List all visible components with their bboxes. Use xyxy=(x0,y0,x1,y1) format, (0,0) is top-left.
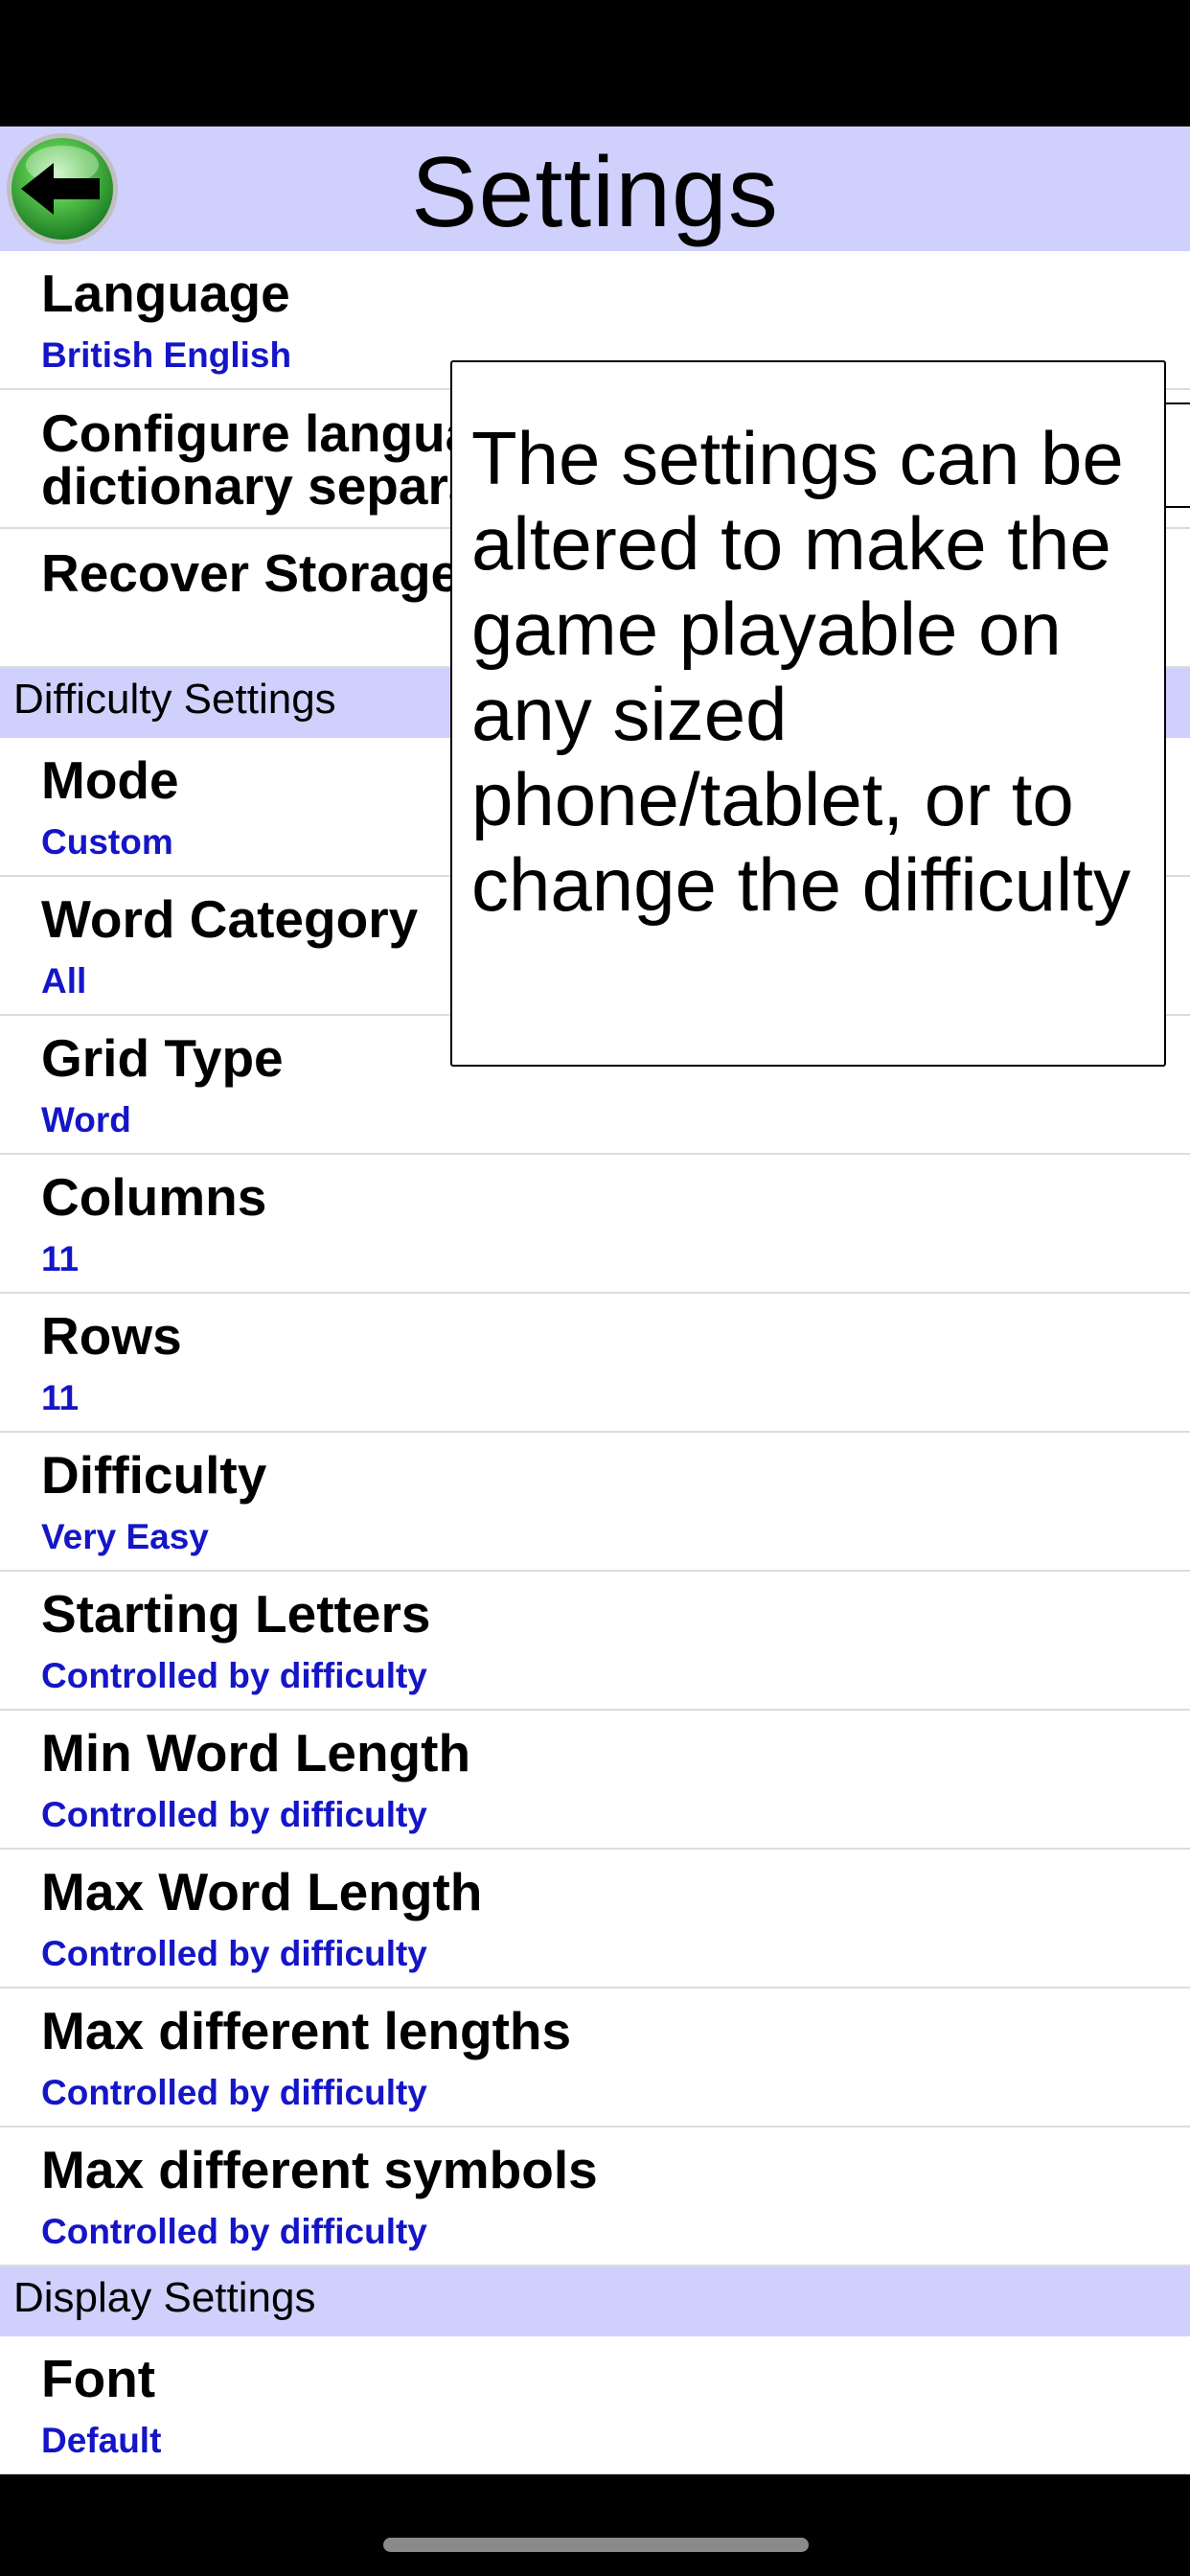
setting-title: Max Word Length xyxy=(41,1862,483,1921)
setting-title: Max different symbols xyxy=(41,2140,598,2199)
setting-title: Min Word Length xyxy=(41,1723,471,1782)
setting-value: 11 xyxy=(41,1239,80,1278)
setting-title: Starting Letters xyxy=(41,1584,431,1644)
setting-row-max-different-symbols[interactable]: Max different symbols Controlled by diff… xyxy=(0,2128,1190,2266)
navigation-bar xyxy=(0,2474,1190,2576)
setting-title: Recover Storage xyxy=(41,543,461,603)
header-bar: Settings xyxy=(0,126,1190,251)
setting-row-columns[interactable]: Columns 11 xyxy=(0,1155,1190,1294)
section-header-display: Display Settings xyxy=(0,2266,1190,2336)
setting-value: Controlled by difficulty xyxy=(41,1795,427,1834)
setting-value: 11 xyxy=(41,1378,80,1417)
setting-row-rows[interactable]: Rows 11 xyxy=(0,1294,1190,1433)
setting-row-min-word-length[interactable]: Min Word Length Controlled by difficulty xyxy=(0,1711,1190,1850)
setting-row-max-different-lengths[interactable]: Max different lengths Controlled by diff… xyxy=(0,1989,1190,2128)
setting-title: Mode xyxy=(41,750,179,810)
page-title: Settings xyxy=(411,137,779,248)
setting-value: Controlled by difficulty xyxy=(41,1656,427,1695)
back-arrow-icon xyxy=(7,133,118,244)
setting-value: All xyxy=(41,961,87,1000)
home-indicator[interactable] xyxy=(383,2538,809,2552)
setting-title: Difficulty xyxy=(41,1445,267,1505)
setting-row-max-word-length[interactable]: Max Word Length Controlled by difficulty xyxy=(0,1850,1190,1989)
phone-screen: Settings Language British English Config… xyxy=(0,0,1190,2576)
status-bar xyxy=(0,0,1190,126)
setting-value: Controlled by difficulty xyxy=(41,2212,427,2251)
setting-value: Controlled by difficulty xyxy=(41,2073,427,2112)
setting-title: Rows xyxy=(41,1306,182,1366)
tooltip-text: The settings can be altered to make the … xyxy=(471,416,1132,927)
setting-title: Columns xyxy=(41,1167,267,1227)
tutorial-tooltip[interactable]: The settings can be altered to make the … xyxy=(450,360,1166,1067)
section-label: Difficulty Settings xyxy=(13,676,336,723)
setting-title: Max different lengths xyxy=(41,2001,572,2060)
setting-value: Word xyxy=(41,1100,131,1139)
back-button[interactable] xyxy=(4,130,121,247)
setting-row-font[interactable]: Font Default xyxy=(0,2336,1190,2474)
setting-value: British English xyxy=(41,335,292,375)
setting-value: Controlled by difficulty xyxy=(41,1934,427,1973)
setting-value: Custom xyxy=(41,822,173,862)
settings-app: Settings Language British English Config… xyxy=(0,126,1190,2474)
setting-value: Default xyxy=(41,2421,162,2460)
setting-title: Grid Type xyxy=(41,1028,284,1088)
setting-value: Very Easy xyxy=(41,1517,209,1556)
setting-title: Word Category xyxy=(41,889,419,949)
setting-title: Font xyxy=(41,2349,156,2408)
setting-title: Language xyxy=(41,264,290,323)
section-label: Display Settings xyxy=(13,2274,316,2321)
setting-row-starting-letters[interactable]: Starting Letters Controlled by difficult… xyxy=(0,1572,1190,1711)
setting-row-difficulty[interactable]: Difficulty Very Easy xyxy=(0,1433,1190,1572)
